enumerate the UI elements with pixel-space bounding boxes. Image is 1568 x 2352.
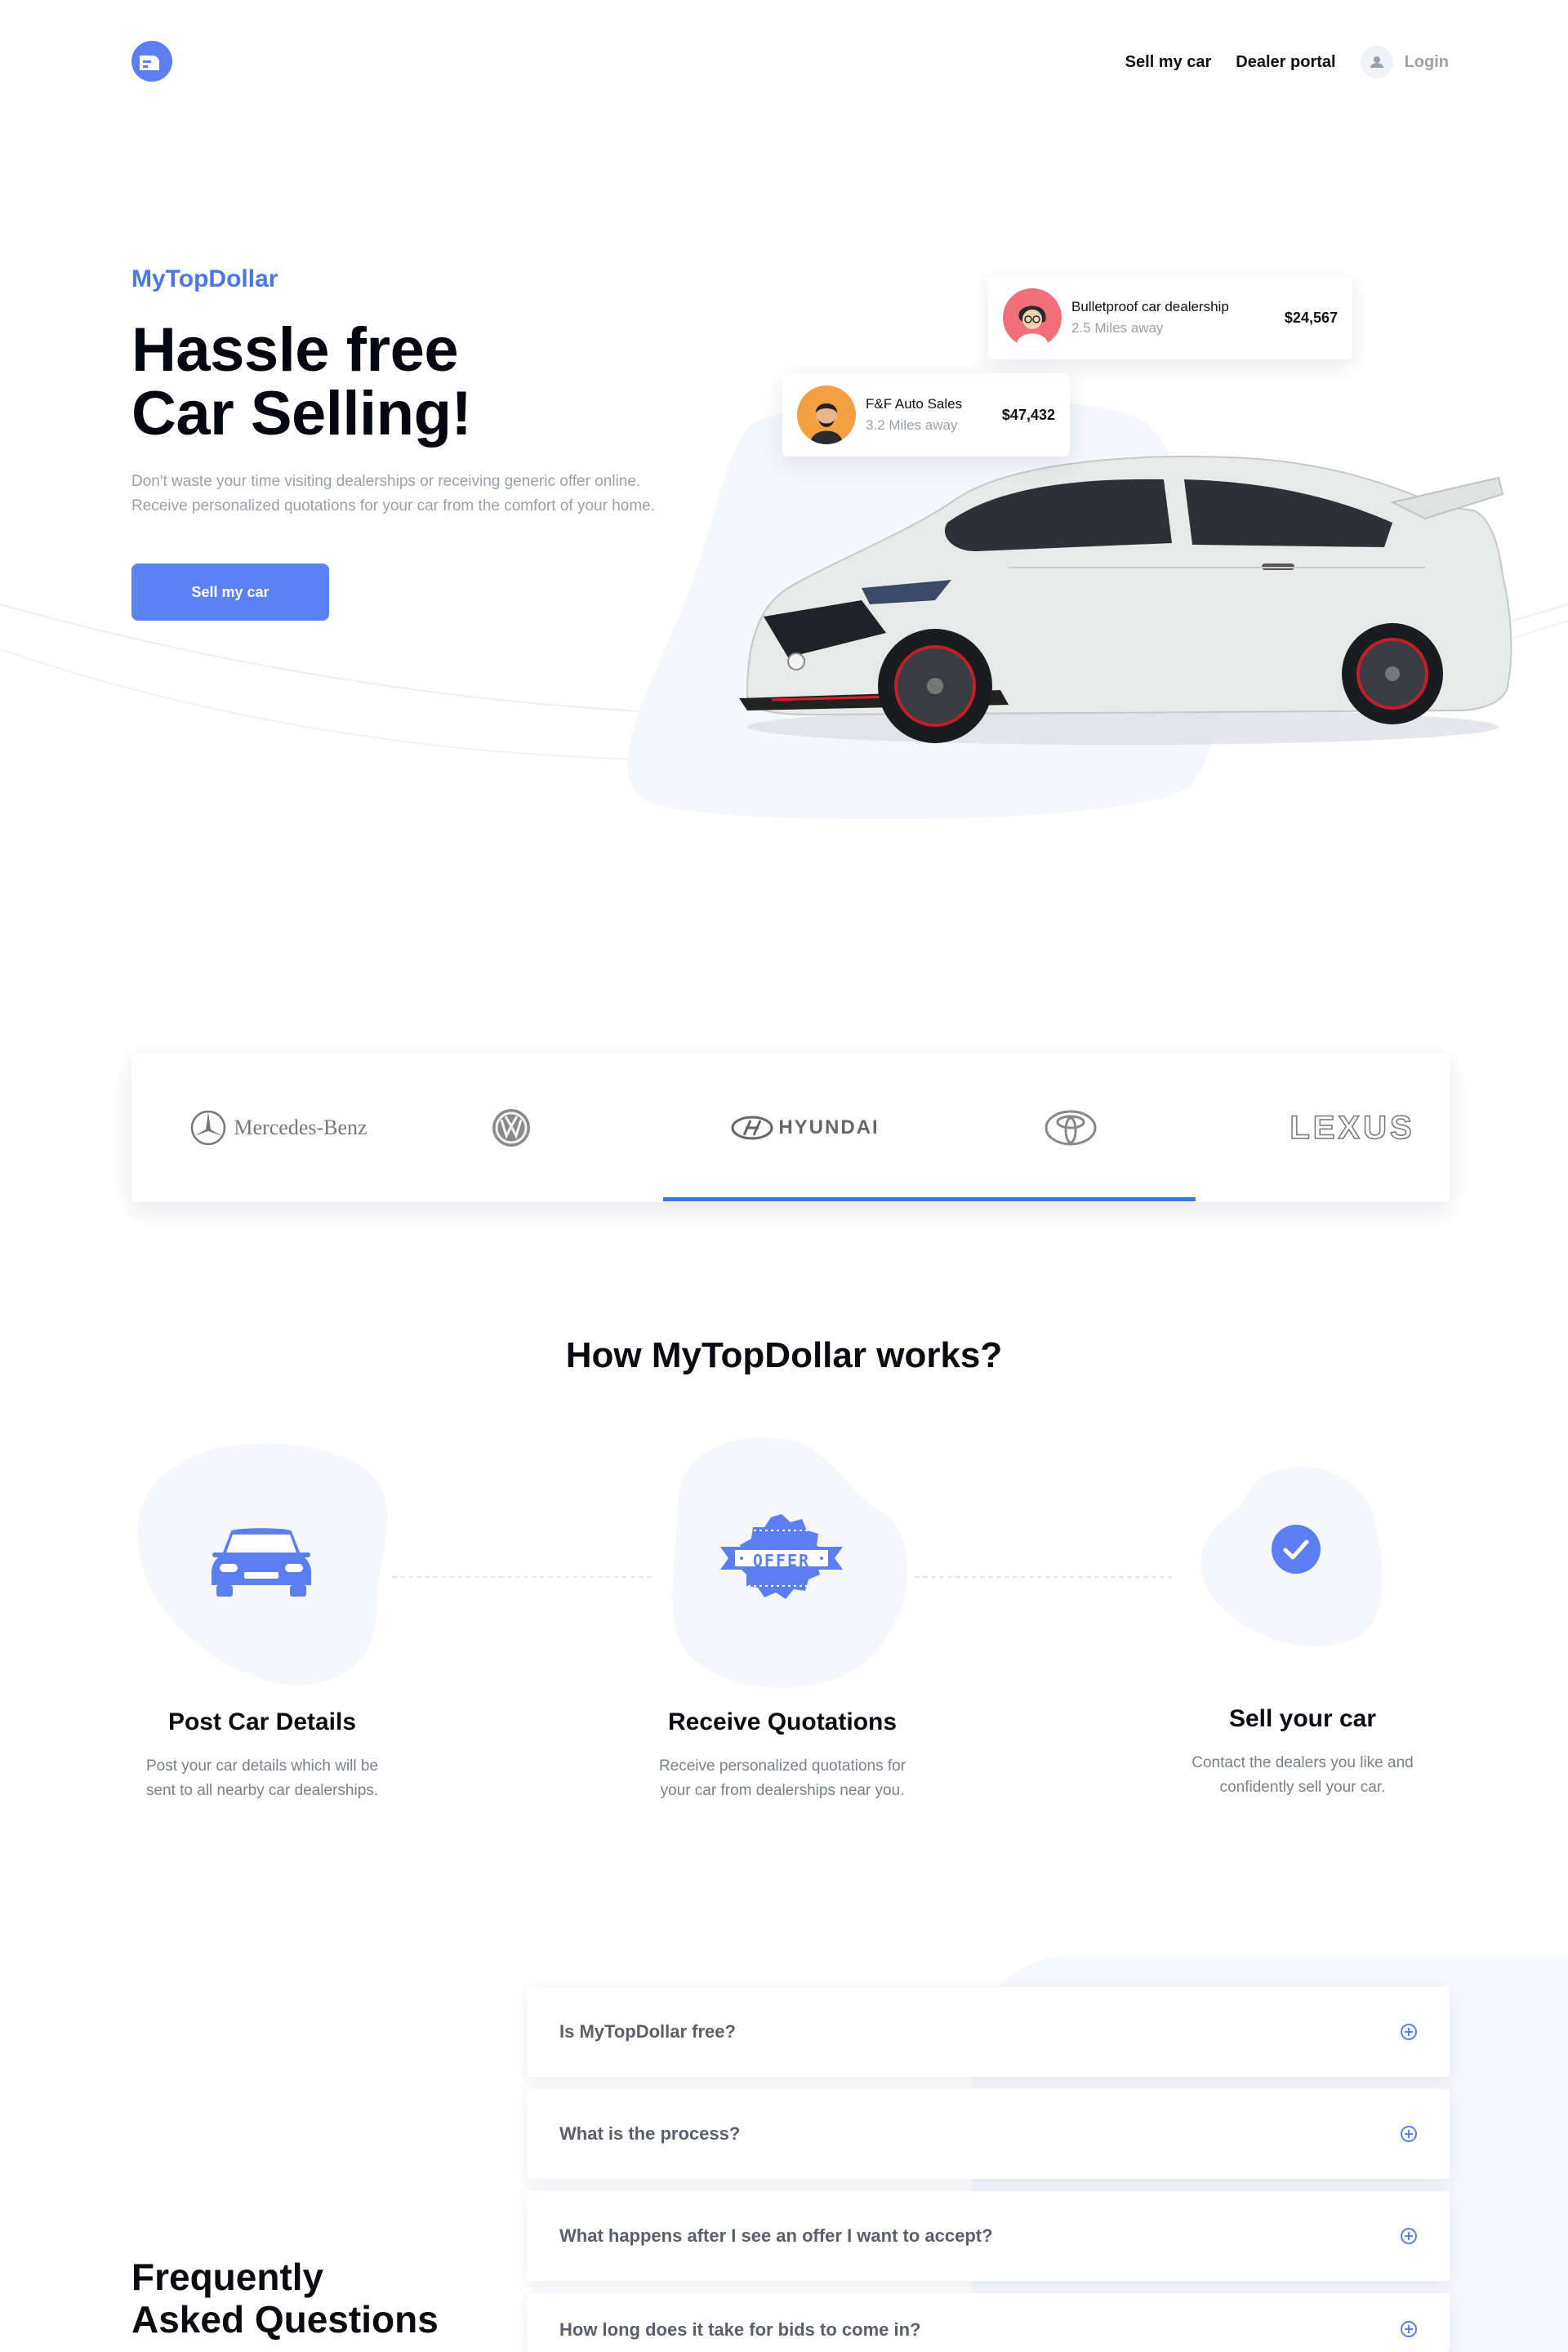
- step-title: Receive Quotations: [667, 1708, 898, 1735]
- car-image: [739, 456, 1512, 745]
- brand-mercedes-benz-label: Mercedes-Benz: [234, 1116, 368, 1139]
- offer-card[interactable]: F&F Auto Sales 3.2 Miles away $47,432: [782, 373, 1070, 457]
- expand-plus-icon[interactable]: [1401, 2321, 1417, 2337]
- brand-hyundai[interactable]: HYUNDAI: [719, 1054, 891, 1202]
- hero-title-line1: Hassle free: [131, 315, 459, 385]
- step-description: Receive personalized quotations for your…: [635, 1754, 929, 1803]
- step-post-car-details: Post Car Details Post your car details w…: [115, 1708, 409, 1803]
- brand-hyundai-label: HYUNDAI: [778, 1116, 880, 1138]
- faq-question: Is MyTopDollar free?: [559, 2021, 736, 2042]
- faq-item[interactable]: What happens after I see an offer I want…: [527, 2191, 1450, 2281]
- step-connector: [915, 1576, 1173, 1578]
- dealer-distance: 3.2 Miles away: [866, 417, 958, 433]
- offer-price: $24,567: [1284, 309, 1338, 326]
- hero-title-line2: Car Selling!: [131, 379, 472, 448]
- step-connector: [392, 1576, 652, 1578]
- step-description-line: Receive personalized quotations for: [658, 1757, 906, 1775]
- faq-item[interactable]: Is MyTopDollar free?: [527, 1987, 1450, 2077]
- faq-item[interactable]: How long does it take for bids to come i…: [527, 2293, 1450, 2352]
- login-label: Login: [1404, 52, 1449, 71]
- step-description: Contact the dealers you like and confide…: [1156, 1751, 1450, 1800]
- top-nav: Sell my car Dealer portal Login: [0, 0, 1568, 122]
- step-receive-quotations: Receive Quotations Receive personalized …: [635, 1708, 929, 1803]
- faq-item[interactable]: What is the process?: [527, 2089, 1450, 2179]
- dealer-name: F&F Auto Sales: [866, 396, 963, 412]
- faq-title-line1: Frequently: [131, 2256, 324, 2298]
- brand-lexus-label: LEXUS: [1290, 1109, 1415, 1147]
- expand-plus-icon[interactable]: [1401, 2024, 1417, 2040]
- brand-volkswagen[interactable]: [474, 1054, 548, 1202]
- dealer-avatar: [797, 385, 856, 444]
- car-icon: [212, 1528, 311, 1597]
- dealer-avatar: [1003, 288, 1062, 347]
- login-button[interactable]: Login: [1360, 46, 1449, 78]
- user-icon: [1360, 46, 1393, 78]
- hero-title: Hassle free Car Selling!: [131, 315, 472, 448]
- hyundai-logo-icon: [731, 1116, 773, 1140]
- dealer-name: Bulletproof car dealership: [1071, 299, 1229, 314]
- step-description-line: your car from dealerships near you.: [660, 1782, 905, 1799]
- expand-plus-icon[interactable]: [1401, 2228, 1417, 2244]
- step-description-line: confidently sell your car.: [1219, 1779, 1386, 1796]
- toyota-logo-icon: [1045, 1110, 1097, 1146]
- offer-badge-label: OFFER: [752, 1551, 811, 1570]
- hero-description: Don't waste your time visiting dealershi…: [131, 473, 656, 514]
- logo-icon[interactable]: [131, 41, 172, 82]
- checkmark-icon: [1272, 1525, 1321, 1574]
- hero-sell-my-car-button[interactable]: Sell my car: [131, 564, 329, 621]
- nav-sell-my-car-link[interactable]: Sell my car: [1125, 53, 1212, 72]
- hero-brand-label: MyTopDollar: [131, 265, 278, 292]
- offer-card[interactable]: Bulletproof car dealership 2.5 Miles awa…: [988, 276, 1352, 359]
- faq-title-line2: Asked Questions: [131, 2298, 439, 2341]
- faq-question: How long does it take for bids to come i…: [559, 2319, 921, 2340]
- faq-title: Frequently Asked Questions: [131, 2256, 439, 2341]
- step-sell-your-car: Sell your car Contact the dealers you li…: [1156, 1705, 1450, 1800]
- brand-carousel: Mercedes-Benz HYUNDAI LEXUS: [131, 1054, 1450, 1202]
- dealer-distance: 2.5 Miles away: [1071, 320, 1164, 336]
- volkswagen-logo-icon: [492, 1109, 530, 1147]
- mercedes-logo-icon: [191, 1110, 226, 1146]
- step-title: Sell your car: [1228, 1705, 1377, 1732]
- brand-mercedes-benz[interactable]: Mercedes-Benz: [180, 1054, 376, 1202]
- expand-plus-icon[interactable]: [1401, 2126, 1417, 2142]
- step-description-line: sent to all nearby car dealerships.: [145, 1782, 379, 1799]
- step-description-line: Post your car details which will be: [145, 1757, 379, 1775]
- how-it-works-title: How MyTopDollar works?: [565, 1335, 1003, 1375]
- step-title: Post Car Details: [167, 1708, 357, 1735]
- offer-price: $47,432: [1001, 406, 1055, 423]
- faq-question: What is the process?: [559, 2123, 741, 2144]
- brand-active-indicator: [663, 1197, 1196, 1201]
- brand-lexus[interactable]: LEXUS: [1258, 1054, 1446, 1202]
- faq-question: What happens after I see an offer I want…: [559, 2225, 993, 2246]
- step-description: Post your car details which will be sent…: [115, 1754, 409, 1803]
- step-description-line: Contact the dealers you like and: [1192, 1754, 1414, 1771]
- nav-dealer-portal-link[interactable]: Dealer portal: [1236, 53, 1335, 72]
- brand-toyota[interactable]: [1034, 1054, 1107, 1202]
